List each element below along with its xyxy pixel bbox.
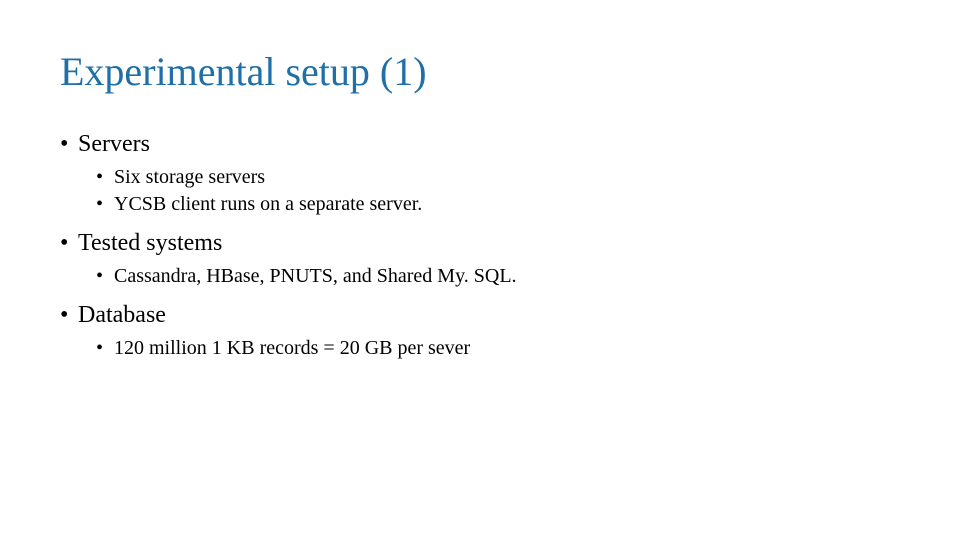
bullet-item: YCSB client runs on a separate server. <box>96 193 900 216</box>
section-database: Database 120 million 1 KB records = 20 G… <box>60 302 900 360</box>
bullet-item: Six storage servers <box>96 166 900 189</box>
slide: Experimental setup (1) Servers Six stora… <box>0 0 960 360</box>
bullet-heading: Tested systems <box>60 230 900 257</box>
section-servers: Servers Six storage servers YCSB client … <box>60 131 900 216</box>
bullet-item: 120 million 1 KB records = 20 GB per sev… <box>96 337 900 360</box>
section-tested-systems: Tested systems Cassandra, HBase, PNUTS, … <box>60 230 900 288</box>
bullet-item: Cassandra, HBase, PNUTS, and Shared My. … <box>96 265 900 288</box>
bullet-heading: Servers <box>60 131 900 158</box>
bullet-heading: Database <box>60 302 900 329</box>
slide-title: Experimental setup (1) <box>60 48 900 95</box>
